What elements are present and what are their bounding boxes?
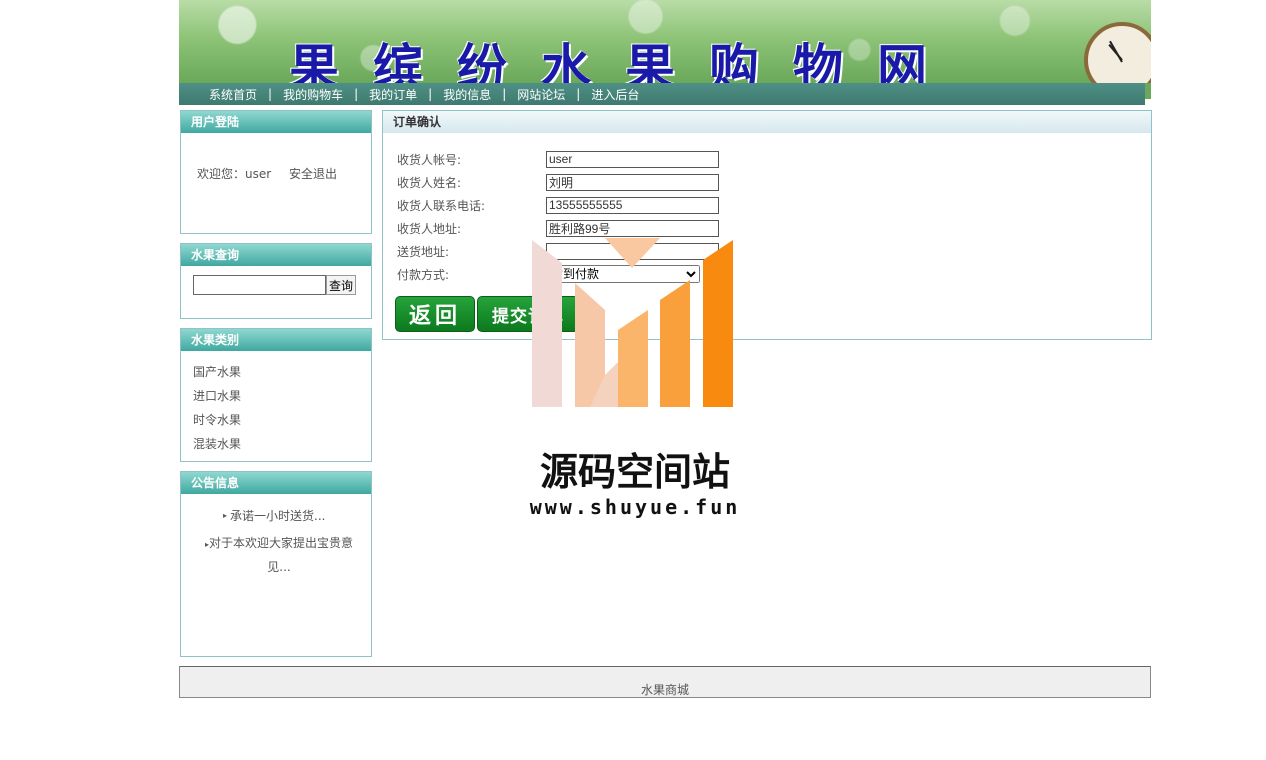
nav-item-profile[interactable]: 我的信息 — [443, 86, 491, 103]
category-domestic[interactable]: 国产水果 — [193, 363, 241, 380]
footer-text: 水果商城 — [640, 683, 689, 697]
logout-link[interactable]: 安全退出 — [289, 165, 337, 182]
phone-field[interactable] — [546, 196, 719, 214]
address-label: 收货人地址: — [397, 221, 462, 236]
address-field[interactable] — [546, 219, 719, 237]
category-imported[interactable]: 进口水果 — [193, 387, 241, 404]
category-panel: 水果类别 国产水果 进口水果 时令水果 混装水果 — [180, 328, 372, 462]
search-panel-title: 水果查询 — [181, 244, 371, 266]
search-panel: 水果查询 查询 — [180, 243, 372, 319]
payment-select[interactable]: 货到付款 — [546, 265, 700, 283]
banner-title: 果缤纷水果购物网 — [289, 38, 961, 83]
submit-order-button[interactable]: 提交订单 — [477, 296, 579, 332]
search-input[interactable] — [193, 275, 326, 295]
notice-item[interactable]: ▸ 承诺一小时送货... — [223, 507, 325, 524]
notice-panel: 公告信息 ▸ 承诺一小时送货... ▸对于本欢迎大家提出宝贵意见... — [180, 471, 372, 657]
nav-item-orders[interactable]: 我的订单 — [369, 86, 417, 103]
form-row-address: 收货人地址: — [397, 218, 719, 238]
nav-item-cart[interactable]: 我的购物车 — [283, 86, 343, 103]
category-mixed[interactable]: 混装水果 — [193, 435, 241, 452]
page-container: 果缤纷水果购物网 系统首页 | 我的购物车 | 我的订单 | 我的信息 | 网站论坛 | … — [179, 0, 1152, 698]
notice-panel-title: 公告信息 — [181, 472, 371, 494]
arrow-bullet-icon: ▸ — [223, 511, 228, 520]
login-panel-title: 用户登陆 — [181, 111, 371, 133]
account-field[interactable] — [546, 150, 719, 168]
phone-label: 收货人联系电话: — [397, 198, 486, 213]
account-label: 收货人帐号: — [397, 152, 462, 167]
name-label: 收货人姓名: — [397, 175, 462, 190]
search-button[interactable]: 查询 — [326, 275, 357, 295]
order-panel-title: 订单确认 — [383, 111, 1151, 133]
site-footer: 水果商城 — [179, 666, 1151, 698]
back-button[interactable]: 返回 — [395, 296, 475, 332]
clock-icon — [1084, 22, 1151, 83]
delivery-address-field[interactable] — [546, 242, 719, 260]
nav-item-home[interactable]: 系统首页 — [209, 86, 257, 103]
category-seasonal[interactable]: 时令水果 — [193, 411, 241, 428]
watermark-name: 源码空间站 — [539, 450, 730, 494]
main-nav: 系统首页 | 我的购物车 | 我的订单 | 我的信息 | 网站论坛 | 进入后台 — [179, 83, 1145, 105]
form-row-account: 收货人帐号: — [397, 149, 719, 169]
delivery-label: 送货地址: — [397, 244, 450, 259]
welcome-text: 欢迎您：user — [197, 167, 272, 181]
login-panel: 用户登陆 欢迎您：user 安全退出 — [180, 110, 372, 234]
payment-label: 付款方式: — [397, 267, 450, 282]
category-panel-title: 水果类别 — [181, 329, 371, 351]
name-field[interactable] — [546, 173, 719, 191]
form-row-payment: 付款方式: 货到付款 — [397, 264, 700, 284]
form-row-phone: 收货人联系电话: — [397, 195, 719, 215]
watermark-url: www.shuyue.fun — [529, 495, 741, 519]
nav-item-admin[interactable]: 进入后台 — [591, 86, 639, 103]
nav-item-forum[interactable]: 网站论坛 — [517, 86, 565, 103]
form-row-delivery: 送货地址: — [397, 241, 719, 261]
form-row-name: 收货人姓名: — [397, 172, 719, 192]
notice-item[interactable]: ▸对于本欢迎大家提出宝贵意见... — [199, 532, 359, 579]
site-banner: 果缤纷水果购物网 — [179, 0, 1151, 83]
